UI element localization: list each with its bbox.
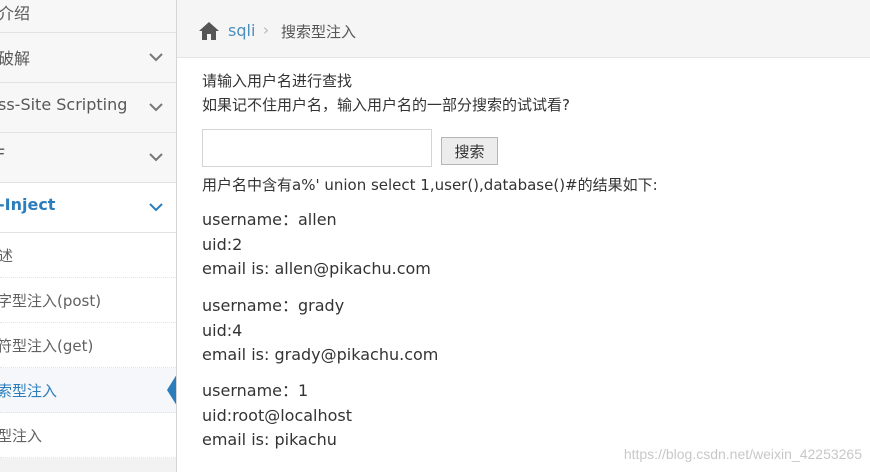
record-uid: uid:root@localhost <box>202 405 353 425</box>
breadcrumb: sqli › 搜索型注入 <box>177 0 870 58</box>
record-username: username：allen <box>202 210 337 229</box>
record-username: username：grady <box>202 296 345 315</box>
record-username: username：1 <box>202 381 309 400</box>
result-header: 用户名中含有a%' union select 1,user(),database… <box>202 176 658 194</box>
sidebar-item-crack[interactable]: 破解 <box>0 33 176 83</box>
result-record: username：allen uid:2 email is: allen@pik… <box>202 208 431 282</box>
record-email: email is: grady@pikachu.com <box>202 345 439 364</box>
chevron-down-icon <box>149 53 163 62</box>
sidebar-item-csrf[interactable]: F <box>0 133 176 183</box>
breadcrumb-current: 搜索型注入 <box>281 23 357 41</box>
watermark: https://blog.csdn.net/weixin_42253265 <box>623 446 862 462</box>
sidebar-subitem-overview[interactable]: 述 <box>0 233 176 278</box>
breadcrumb-link-sqli[interactable]: sqli <box>228 21 255 40</box>
sidebar-item-intro[interactable]: 介绍 <box>0 0 176 33</box>
search-input[interactable] <box>202 129 432 167</box>
intro-hint: 如果记不住用户名，输入用户名的一部分搜索的试试看? <box>202 96 570 114</box>
chevron-down-icon <box>149 103 163 112</box>
sidebar-item-xss[interactable]: ss-Site Scripting <box>0 83 176 133</box>
sidebar-item-label: -Inject <box>0 195 56 214</box>
sidebar-subitem-label: 字型注入(post) <box>0 292 102 310</box>
sidebar-subitem-xx[interactable]: 型注入 <box>0 413 176 458</box>
active-indicator-arrow <box>167 374 176 406</box>
sidebar-subitem-label: 述 <box>0 245 13 266</box>
result-record: username：1 uid:root@localhost email is: … <box>202 379 352 453</box>
record-email: email is: allen@pikachu.com <box>202 259 431 278</box>
chevron-down-icon <box>149 203 163 212</box>
breadcrumb-separator-icon: › <box>263 21 269 39</box>
sidebar-subitem-search[interactable]: 索型注入 <box>0 368 176 413</box>
home-icon[interactable] <box>198 21 220 41</box>
record-uid: uid:4 <box>202 320 243 340</box>
sidebar-item-sqli[interactable]: -Inject <box>0 183 176 233</box>
sidebar-subitem-label: 索型注入 <box>0 382 58 400</box>
intro-text: 请输入用户名进行查找 <box>202 72 353 90</box>
search-button[interactable]: 搜索 <box>441 137 498 165</box>
sidebar: 介绍 破解 ss-Site Scripting F -Inject 述 字型注入… <box>0 0 177 472</box>
result-record: username：grady uid:4 email is: grady@pik… <box>202 294 438 368</box>
sidebar-item-label: 介绍 <box>0 4 31 23</box>
sidebar-subitem-string-get[interactable]: 符型注入(get) <box>0 323 176 368</box>
sidebar-subitem-label: 型注入 <box>0 427 43 445</box>
sidebar-item-label: F <box>0 145 5 164</box>
chevron-down-icon <box>149 153 163 162</box>
sidebar-subitem-numeric-post[interactable]: 字型注入(post) <box>0 278 176 323</box>
sidebar-item-label: ss-Site Scripting <box>0 95 128 114</box>
record-uid: uid:2 <box>202 234 243 254</box>
sidebar-item-label: 破解 <box>0 49 31 68</box>
record-email: email is: pikachu <box>202 430 337 449</box>
sidebar-subitem-label: 符型注入(get) <box>0 337 94 355</box>
